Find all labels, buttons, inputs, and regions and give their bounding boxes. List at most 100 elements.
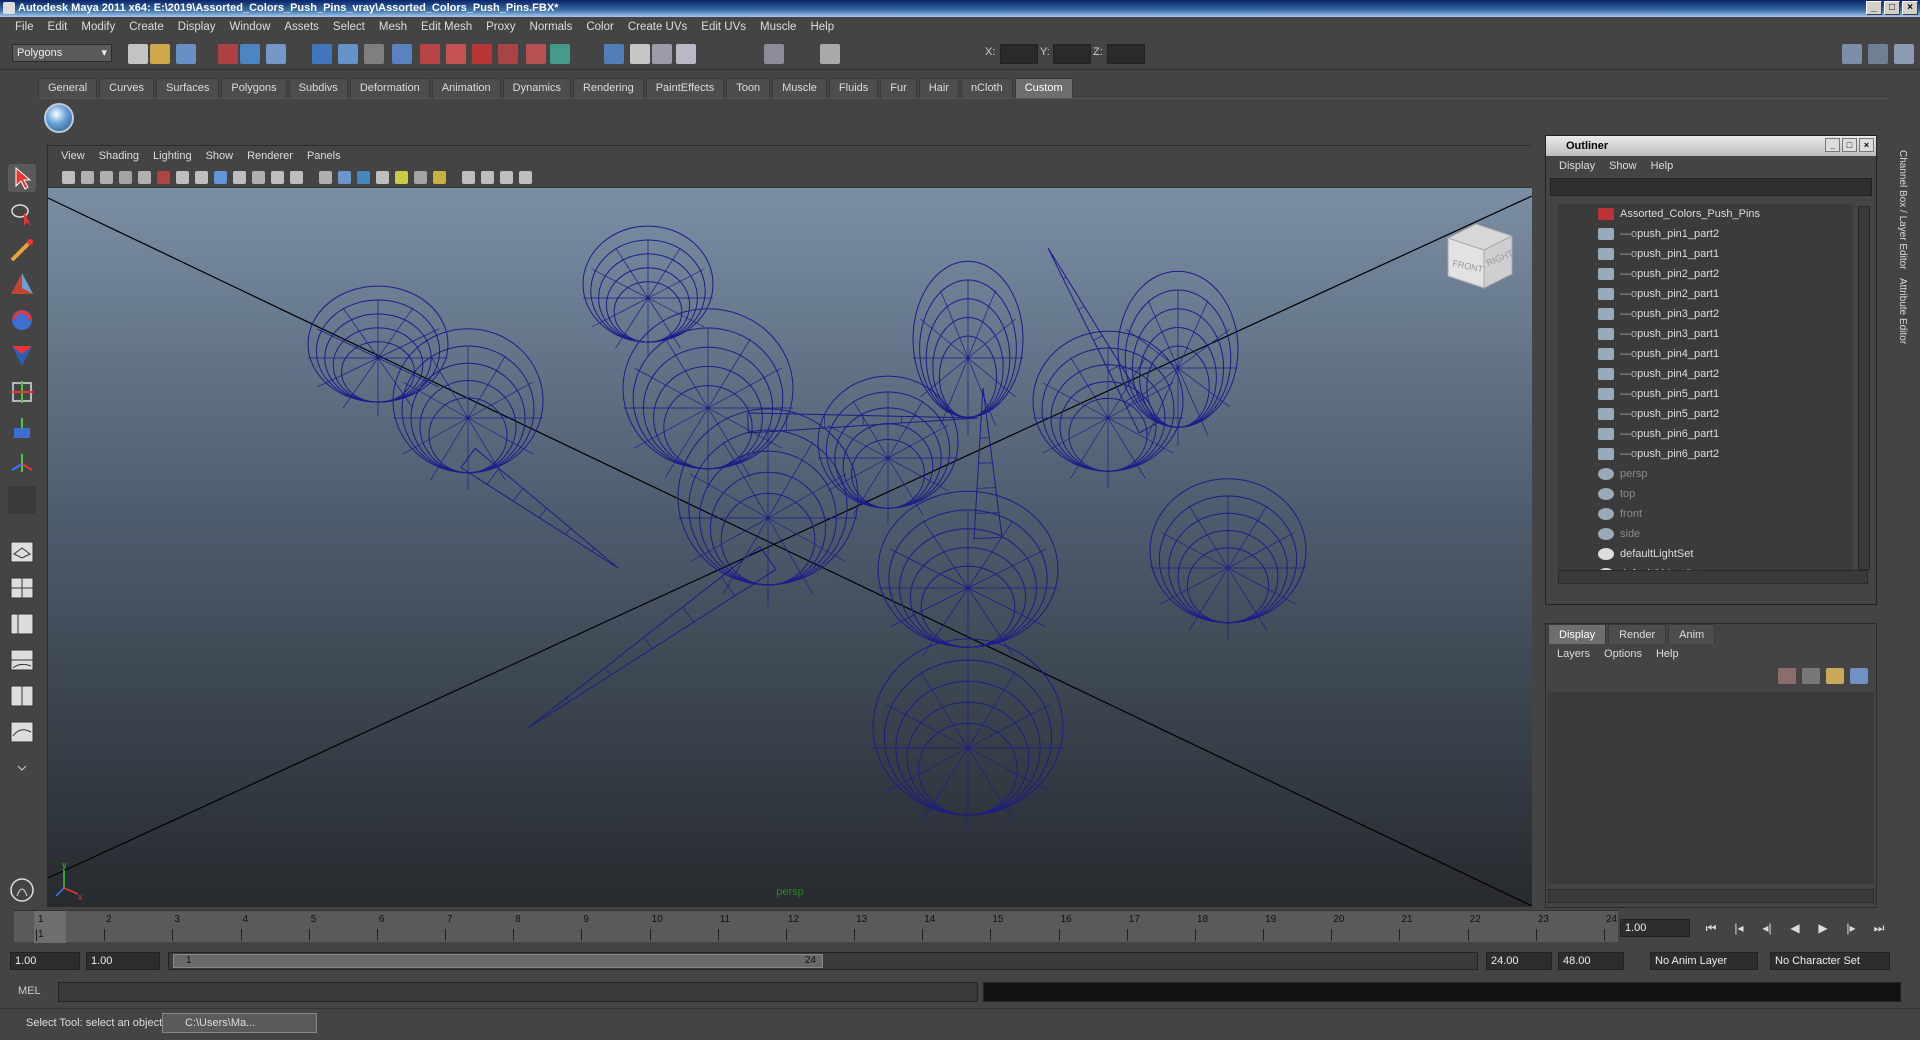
smooth-shade-icon[interactable] (338, 171, 351, 184)
pin-head-3-spoke[interactable] (647, 247, 681, 299)
menu-edit[interactable]: Edit (41, 21, 75, 33)
menu-assets[interactable]: Assets (277, 21, 326, 33)
image-plane-icon[interactable] (119, 171, 132, 184)
side-tab-attribute-editor[interactable]: Attribute Editor (1897, 278, 1908, 344)
outliner-item[interactable]: defaultLightSet (1558, 544, 1853, 564)
pin-head-1-spoke[interactable] (317, 328, 379, 359)
film-gate-icon[interactable] (195, 171, 208, 184)
play-backwards-icon[interactable]: ◀ (1784, 921, 1806, 935)
viewport-menu-renderer[interactable]: Renderer (240, 150, 300, 162)
wireframe-icon[interactable] (319, 171, 332, 184)
shelf-tab-custom[interactable]: Custom (1014, 78, 1073, 98)
menu-display[interactable]: Display (171, 21, 223, 33)
pin-head-10-spoke[interactable] (967, 703, 1051, 749)
shelf-tab-surfaces[interactable]: Surfaces (155, 78, 220, 98)
pin-head-10-spoke[interactable] (967, 671, 1016, 749)
viewport-scene[interactable]: FRONT RIGHT y x persp (48, 188, 1532, 906)
menu-muscle[interactable]: Muscle (753, 21, 803, 33)
two-d-pan-zoom-icon[interactable] (138, 171, 151, 184)
hypershade-icon[interactable] (676, 44, 696, 64)
layer-list[interactable] (1548, 692, 1874, 884)
textured-icon[interactable] (376, 171, 389, 184)
pin-head-12-spoke[interactable] (827, 424, 889, 459)
snap-grid-icon[interactable] (420, 44, 440, 64)
pin-head-5-spoke[interactable] (767, 441, 814, 519)
show-manipulator-icon[interactable] (8, 450, 36, 478)
paint-select-tool-icon[interactable] (8, 236, 36, 264)
shelf-tab-curves[interactable]: Curves (99, 78, 154, 98)
safe-title-icon[interactable] (290, 171, 303, 184)
pin-head-3-spoke[interactable] (647, 268, 705, 299)
pin-head-2-spoke[interactable] (467, 381, 534, 419)
construction-history-icon[interactable] (550, 44, 570, 64)
new-layer-selected-icon[interactable] (1802, 668, 1820, 684)
outliner-item[interactable]: —o push_pin1_part2 (1558, 224, 1853, 244)
grid-icon[interactable] (176, 171, 189, 184)
rotate-tool-icon[interactable] (8, 306, 36, 334)
outliner-menu-display[interactable]: Display (1552, 160, 1602, 172)
pin-head-7-spoke[interactable] (1042, 417, 1109, 454)
shelf-tab-polygons[interactable]: Polygons (221, 78, 287, 98)
pin-head-6-spoke[interactable] (940, 290, 969, 359)
pin-head-7-spoke[interactable] (1070, 357, 1109, 419)
pin-head-7-spoke[interactable] (1042, 382, 1109, 419)
select-component-icon[interactable] (266, 44, 286, 64)
pin-head-9[interactable] (1149, 478, 1307, 640)
maximize-button[interactable]: □ (1884, 1, 1900, 15)
outliner-minimize-button[interactable]: _ (1825, 138, 1840, 152)
render-settings-icon[interactable] (652, 44, 672, 64)
snap-curve-icon[interactable] (446, 44, 466, 64)
pin-needle-4-body[interactable] (1047, 247, 1158, 434)
outliner-list[interactable]: Assorted_Colors_Push_Pins —o push_pin1_pa… (1558, 204, 1853, 572)
outliner-filter-field[interactable] (1550, 178, 1872, 196)
pin-head-10-spoke[interactable] (885, 703, 969, 749)
pin-head-3-spoke[interactable] (591, 268, 649, 299)
pin-needle-2-segment[interactable] (566, 697, 570, 702)
pin-head-9-spoke[interactable] (1188, 505, 1229, 569)
pin-head-2-spoke[interactable] (430, 355, 469, 419)
pin-needle-5-segment[interactable] (975, 512, 999, 514)
pin-needle-4-segment[interactable] (1093, 335, 1103, 341)
x-field[interactable] (1000, 44, 1038, 64)
pin-head-12-spoke[interactable] (887, 400, 924, 459)
menu-modify[interactable]: Modify (74, 21, 122, 33)
menu-create-uvs[interactable]: Create UVs (621, 21, 694, 33)
pin-head-4-spoke[interactable] (707, 407, 782, 449)
isolate-select-icon[interactable] (462, 171, 475, 184)
pin-head-12-spoke[interactable] (887, 457, 949, 492)
pin-head-6[interactable] (912, 260, 1024, 436)
pin-needle-4-segment[interactable] (1078, 306, 1085, 310)
viewport-menu-lighting[interactable]: Lighting (146, 150, 199, 162)
shelf-tab-muscle[interactable]: Muscle (772, 78, 827, 98)
menu-window[interactable]: Window (222, 21, 277, 33)
shelf-tab-general[interactable]: General (38, 78, 98, 98)
layer-horizontal-scrollbar[interactable] (1548, 889, 1874, 903)
outliner-item[interactable]: —o push_pin1_part1 (1558, 244, 1853, 264)
time-slider[interactable]: 1 1 2 3 4 5 6 7 8 9 10 11 12 13 14 15 16 17 18 19 20 21 22 23 2… (14, 910, 1618, 943)
four-pane-layout-icon[interactable] (8, 574, 36, 602)
pin-head-9-spoke[interactable] (1160, 567, 1229, 605)
flat-shade-icon[interactable] (357, 171, 370, 184)
command-input[interactable] (58, 982, 978, 1002)
shadows-icon[interactable] (414, 171, 427, 184)
pin-head-11-spoke[interactable] (889, 548, 969, 589)
layer-tab-anim[interactable]: Anim (1668, 624, 1716, 644)
outliner-maximize-button[interactable]: □ (1842, 138, 1857, 152)
tool-settings-toggle-icon[interactable] (1894, 44, 1914, 64)
y-field[interactable] (1053, 44, 1091, 64)
minimize-button[interactable]: _ (1866, 1, 1882, 15)
pin-needle-2-body[interactable] (527, 545, 777, 729)
pin-needle-2-segment[interactable] (682, 606, 694, 623)
pin-head-4-spoke[interactable] (707, 367, 782, 409)
minimized-window-button[interactable]: C:\Users\Ma... (162, 1013, 317, 1033)
pin-head-11-spoke[interactable] (922, 520, 969, 589)
help-figure-icon[interactable] (8, 876, 36, 904)
menu-file[interactable]: File (8, 21, 41, 33)
pin-needle-3[interactable] (747, 412, 979, 434)
outliner-item[interactable]: —o push_pin6_part2 (1558, 444, 1853, 464)
soft-modification-icon[interactable] (8, 414, 36, 442)
pin-head-12-spoke[interactable] (887, 424, 949, 459)
select-hierarchy-icon[interactable] (218, 44, 238, 64)
outliner-item[interactable]: —o push_pin4_part1 (1558, 344, 1853, 364)
pin-head-11-spoke[interactable] (967, 587, 1047, 628)
